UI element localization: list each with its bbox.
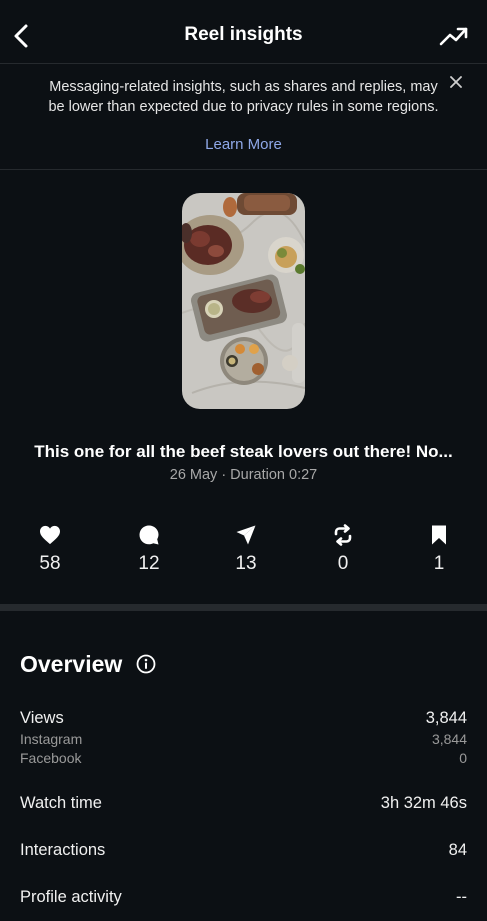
facebook-value: 0 <box>459 750 467 766</box>
notice-text: Messaging-related insights, such as shar… <box>48 79 439 115</box>
shares-stat: 13 <box>216 524 276 575</box>
facebook-label: Facebook <box>20 750 82 766</box>
heart-icon <box>40 525 60 545</box>
share-icon <box>236 525 256 545</box>
profile-activity-value: -- <box>456 888 467 906</box>
privacy-notice-banner: Messaging-related insights, such as shar… <box>0 65 487 170</box>
trending-up-icon <box>439 27 468 46</box>
saves-count: 1 <box>433 553 445 574</box>
reposts-count: 0 <box>337 553 349 574</box>
profile-activity-label[interactable]: Profile activity <box>20 888 122 907</box>
likes-count: 58 <box>39 553 61 574</box>
bookmark-icon <box>432 525 446 545</box>
instagram-value: 3,844 <box>431 731 467 747</box>
comments-count: 12 <box>138 553 160 574</box>
notice-close-button[interactable] <box>447 73 465 91</box>
interactions-label[interactable]: Interactions <box>20 841 105 860</box>
saves-stat: 1 <box>409 524 469 575</box>
header-bar: Reel insights <box>0 0 487 64</box>
page-title: Reel insights <box>184 24 303 45</box>
engagement-stats: 58 12 13 0 1 <box>0 524 487 584</box>
instagram-label: Instagram <box>20 731 83 747</box>
interactions-value: 84 <box>448 841 467 859</box>
views-label: Views <box>20 709 64 727</box>
comments-stat: 12 <box>119 524 179 575</box>
watch-time-label: Watch time <box>20 794 102 812</box>
likes-stat: 58 <box>20 524 80 575</box>
repost-icon <box>334 524 352 546</box>
watch-time-value: 3h 32m 46s <box>380 794 467 812</box>
close-icon <box>450 76 462 88</box>
reel-meta: 26 May · Duration 0:27 <box>169 467 318 483</box>
reposts-stat: 0 <box>313 524 373 575</box>
trending-button[interactable] <box>439 22 469 50</box>
section-divider <box>0 604 487 611</box>
reel-caption: This one for all the beef steak lovers o… <box>34 442 453 461</box>
learn-more-link[interactable]: Learn More <box>0 136 487 153</box>
info-icon[interactable] <box>136 654 156 674</box>
reel-thumbnail[interactable] <box>182 193 305 409</box>
views-value: 3,844 <box>425 709 467 727</box>
shares-count: 13 <box>235 553 257 574</box>
overview-title: Overview <box>20 651 123 677</box>
comment-icon <box>139 525 159 545</box>
